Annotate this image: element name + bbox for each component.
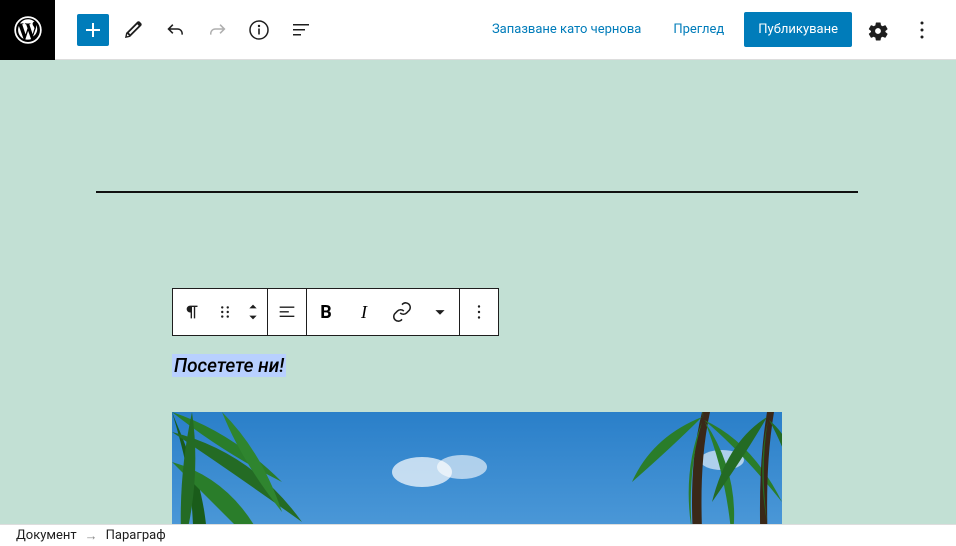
link-icon: [391, 301, 413, 323]
settings-button[interactable]: [860, 12, 896, 48]
breadcrumb-root[interactable]: Документ: [16, 528, 77, 543]
tropical-image: [172, 412, 782, 525]
italic-button[interactable]: I: [345, 289, 383, 335]
undo-icon: [163, 18, 187, 42]
breadcrumb-separator: →: [85, 528, 98, 544]
move-up-down-icon: [242, 301, 264, 323]
move-buttons[interactable]: [239, 289, 267, 335]
options-button[interactable]: [904, 12, 940, 48]
block-options-button[interactable]: [460, 289, 498, 335]
undo-button[interactable]: [157, 12, 193, 48]
edit-mode-button[interactable]: [115, 12, 151, 48]
redo-icon: [205, 18, 229, 42]
add-block-button[interactable]: [77, 14, 109, 46]
pencil-icon: [121, 18, 145, 42]
align-button[interactable]: [268, 289, 306, 335]
drag-icon: [214, 301, 236, 323]
wordpress-icon: [14, 16, 42, 44]
breadcrumb: Документ → Параграф: [0, 524, 956, 546]
info-icon: [247, 18, 271, 42]
breadcrumb-current[interactable]: Параграф: [106, 528, 166, 543]
link-button[interactable]: [383, 289, 421, 335]
separator-block[interactable]: [96, 191, 858, 193]
gear-icon: [866, 18, 890, 42]
publish-button[interactable]: Публикуване: [744, 12, 852, 47]
editor-canvas[interactable]: B I Посетете ни!: [0, 60, 956, 525]
paragraph-block[interactable]: Посетете ни!: [172, 354, 286, 377]
list-icon: [289, 18, 313, 42]
image-block[interactable]: [172, 412, 782, 525]
info-button[interactable]: [241, 12, 277, 48]
editor-topbar: Запазване като чернова Преглед Публикува…: [0, 0, 956, 60]
drag-handle[interactable]: [211, 289, 239, 335]
block-type-button[interactable]: [173, 289, 211, 335]
topbar-left: [0, 0, 319, 60]
bold-icon: B: [320, 302, 332, 323]
bold-button[interactable]: B: [307, 289, 345, 335]
wordpress-logo[interactable]: [0, 0, 55, 60]
preview-button[interactable]: Преглед: [661, 14, 736, 45]
block-toolbar: B I: [172, 288, 499, 336]
more-vertical-icon: [910, 18, 934, 42]
more-formatting-button[interactable]: [421, 289, 459, 335]
redo-button[interactable]: [199, 12, 235, 48]
save-draft-button[interactable]: Запазване като чернова: [480, 14, 653, 45]
chevron-down-icon: [429, 301, 451, 323]
plus-icon: [81, 18, 105, 42]
outline-button[interactable]: [283, 12, 319, 48]
align-left-icon: [276, 301, 298, 323]
more-vertical-icon: [468, 301, 490, 323]
italic-icon: I: [361, 302, 367, 323]
paragraph-icon: [181, 301, 203, 323]
topbar-right: Запазване като чернова Преглед Публикува…: [480, 12, 940, 48]
